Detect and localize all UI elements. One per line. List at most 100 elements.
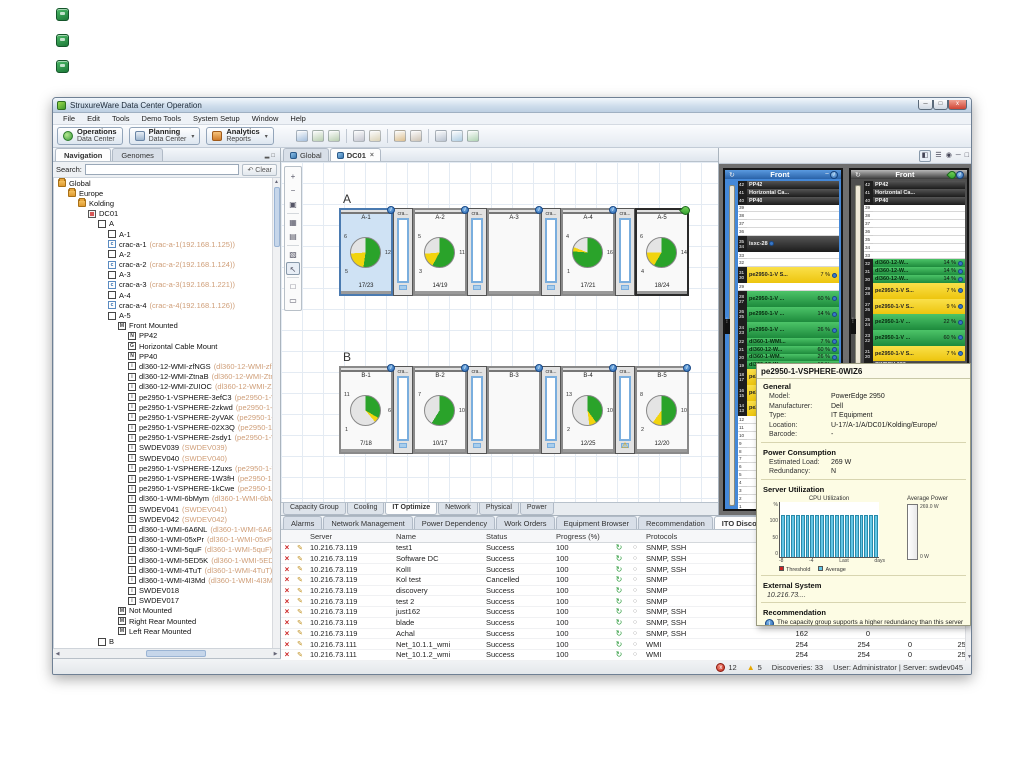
tree-item-pp42[interactable]: NPP42 (54, 331, 280, 341)
signature-icon[interactable] (410, 130, 422, 142)
scroll-right-arrow[interactable]: ▶ (271, 651, 280, 657)
table-add-icon[interactable] (467, 130, 479, 142)
tree-item-dl360-1-wmi-4i3md[interactable]: idl360-1-WMI-4I3Md(dl360-1-WMI-4I3Md) (54, 575, 280, 585)
tree-item-dl360-1-wmi-5ed5k[interactable]: idl360-1-WMI-5ED5K(dl360-1-WMI-5ED5K) (54, 555, 280, 565)
run-discovery-icon[interactable]: ↻ (611, 543, 627, 552)
close-button[interactable]: x (948, 100, 967, 110)
tree-item-crac-a-3[interactable]: ccrac-a-3(crac-a-3(192.168.1.221)) (54, 280, 280, 290)
rack-slot-u40[interactable]: 40PP40 (738, 197, 839, 205)
crac-unit[interactable]: cra...⚠ (615, 366, 635, 454)
run-discovery-icon[interactable]: ↻ (611, 607, 627, 616)
view-tab-power[interactable]: Power (520, 503, 554, 515)
run-discovery-icon[interactable]: ↻ (611, 640, 627, 649)
tree-item-pe2950-1-vsphere-2sdy1[interactable]: ipe2950-1-VSPHERE-2sdy1(pe2950-1-VSPHERE… (54, 433, 280, 443)
column-status[interactable]: Status (483, 532, 553, 541)
tree-item-swdev040[interactable]: iSWDEV040(SWDEV040) (54, 453, 280, 463)
tree-item-a-5[interactable]: A-5 (54, 310, 280, 320)
tree-item-europe[interactable]: Europe (54, 188, 280, 198)
rack-b-2[interactable]: B-2i71010/17 (413, 366, 467, 454)
tree-item-a[interactable]: A (54, 219, 280, 229)
rack-slot-u41[interactable]: 41Horizontal Ca... (864, 189, 965, 197)
rack-slot-u26[interactable]: 2625pe2950-1-V ...14 % (738, 307, 839, 323)
rack-slot-u29[interactable]: 2928pe2950-1-V S...7 % (864, 283, 965, 299)
info-icon[interactable]: i (683, 364, 691, 372)
rack-slot-u33[interactable]: 33 (864, 252, 965, 260)
rack-slot-u35[interactable]: 35 (864, 236, 965, 244)
tree-item-b[interactable]: B (54, 636, 280, 646)
tree-item-pp40[interactable]: NPP40 (54, 351, 280, 361)
refresh-icon[interactable]: ↻ (855, 171, 861, 179)
measure-icon[interactable]: ▭ (286, 294, 300, 307)
minimize-panel-icon[interactable]: ─ (956, 151, 961, 161)
tree-item-a-4[interactable]: A-4 (54, 290, 280, 300)
refresh-icon[interactable]: ↻ (729, 171, 735, 179)
stop-discovery-icon[interactable]: ○ (627, 608, 643, 615)
close-tab-icon[interactable]: × (370, 152, 374, 159)
cut-icon[interactable] (353, 130, 365, 142)
crac-unit[interactable]: cra... (541, 208, 561, 296)
view-tab-capacity-group[interactable]: Capacity Group (283, 503, 346, 515)
zoom-out-icon[interactable]: − (286, 184, 300, 197)
tree-item-dl360-1-wmi-6bmym[interactable]: idl360-1-WMI-6bMym(dl360-1-WMI-6bMym) (54, 494, 280, 504)
rack-slot-u41[interactable]: 41Horizontal Ca... (738, 189, 839, 197)
maximize-panel-icon[interactable]: □ (965, 151, 969, 161)
clear-button[interactable]: ↶ Clear (242, 164, 277, 176)
tree-item-pe2950-1-vsphere-1w3fh[interactable]: ipe2950-1-VSPHERE-1W3fH(pe2950-1-VSPHERE… (54, 473, 280, 483)
stop-discovery-icon[interactable]: ○ (627, 555, 643, 562)
snapshot-icon[interactable]: ▤ (286, 230, 300, 243)
crac-unit[interactable]: cra... (393, 208, 413, 296)
tree-item-right-rear-mounted[interactable]: MRight Rear Mounted (54, 616, 280, 626)
delete-row-icon[interactable]: × (281, 575, 293, 584)
edit-row-icon[interactable]: ✎ (293, 576, 307, 584)
rack-slot-u42[interactable]: 42PP42 (738, 181, 839, 189)
info-icon[interactable]: i (387, 364, 395, 372)
dropdown-arrow-icon[interactable]: ▾ (191, 133, 194, 140)
slider-track[interactable] (729, 185, 735, 506)
rack-slot-u23[interactable]: 2322pe2950-1-V ...60 % (864, 330, 965, 346)
tree-item-dc01[interactable]: DC01 (54, 209, 280, 219)
rack-b-4[interactable]: B-4i1310212/25 (561, 366, 615, 454)
tree-item-crac-a-2[interactable]: ccrac-a-2(crac-a-2(192.168.1.124)) (54, 260, 280, 270)
rack-a-2[interactable]: A-2i511314/19 (413, 208, 467, 296)
tree-item-crac-a-4[interactable]: ccrac-a-4(crac-a-4(192.168.1.126)) (54, 300, 280, 310)
tree-item-not-mounted[interactable]: MNot Mounted (54, 606, 280, 616)
tree-item-swdev042[interactable]: iSWDEV042(SWDEV042) (54, 514, 280, 524)
tree-item-c[interactable]: C (54, 647, 280, 648)
rack-b-1[interactable]: B-1i11617/18 (339, 366, 393, 454)
delete-row-icon[interactable]: × (281, 554, 293, 563)
minimize-icon[interactable]: − (825, 171, 829, 178)
panel-min-max-icons[interactable]: ▂□ (262, 152, 280, 161)
edit-row-icon[interactable]: ✎ (293, 565, 307, 573)
rack-slot-u35[interactable]: 3534isxc-28 (738, 236, 839, 252)
menu-edit[interactable]: Edit (81, 114, 106, 123)
title-bar[interactable]: StruxureWare Data Center Operation ─ □ x (53, 98, 971, 113)
delete-row-icon[interactable]: × (281, 618, 293, 627)
crac-unit[interactable]: cra... (541, 366, 561, 454)
rack-slot-u32[interactable]: 32 (738, 259, 839, 267)
tree-item-dl360-1-wmi-4tut[interactable]: idl360-1-WMI-4TuT(dl360-1-WMI-4TuT) (54, 565, 280, 575)
run-discovery-icon[interactable]: ↻ (611, 586, 627, 595)
tree-item-front-mounted[interactable]: MFront Mounted (54, 321, 280, 331)
column-progress[interactable]: Progress (%) (553, 532, 611, 541)
tree-item-global[interactable]: Global (54, 178, 280, 188)
rack-slot-u27[interactable]: 2726pe2950-1-V S...9 % (864, 299, 965, 315)
edit-row-icon[interactable]: ✎ (293, 597, 307, 605)
delete-row-icon[interactable]: × (281, 650, 293, 659)
rack-a-5[interactable]: A-5614418/24 (635, 208, 689, 296)
delete-row-icon[interactable]: × (281, 597, 293, 606)
scroll-left-arrow[interactable]: ◀ (53, 651, 62, 657)
scroll-up-arrow[interactable]: ▲ (273, 178, 280, 186)
table-row[interactable]: ×✎10.216.73.111Net_10.1.1_wmiSuccess100↻… (281, 639, 972, 650)
tree-item-dl360-1-wmi-6a6nl[interactable]: idl360-1-WMI-6A6NL(dl360-1-WMI-6A6NL) (54, 524, 280, 534)
tree-vertical-scrollbar[interactable]: ▲ (272, 178, 280, 648)
rack-slot-u38[interactable]: 38 (738, 212, 839, 220)
rack-slot-u21[interactable]: 21dl360-12-W...60 % (738, 346, 839, 354)
edit-row-icon[interactable]: ✎ (293, 629, 307, 637)
rack-slot-u37[interactable]: 37 (864, 220, 965, 228)
tab-genomes[interactable]: Genomes (112, 148, 163, 161)
grid-icon[interactable]: ▦ (286, 216, 300, 229)
stop-discovery-icon[interactable]: ○ (627, 576, 643, 583)
stop-discovery-icon[interactable]: ○ (627, 641, 643, 648)
tree-item-horizontal-cable-mount[interactable]: GHorizontal Cable Mount (54, 341, 280, 351)
rack-slot-u21[interactable]: 2120pe2950-1-V S...7 % (864, 346, 965, 362)
